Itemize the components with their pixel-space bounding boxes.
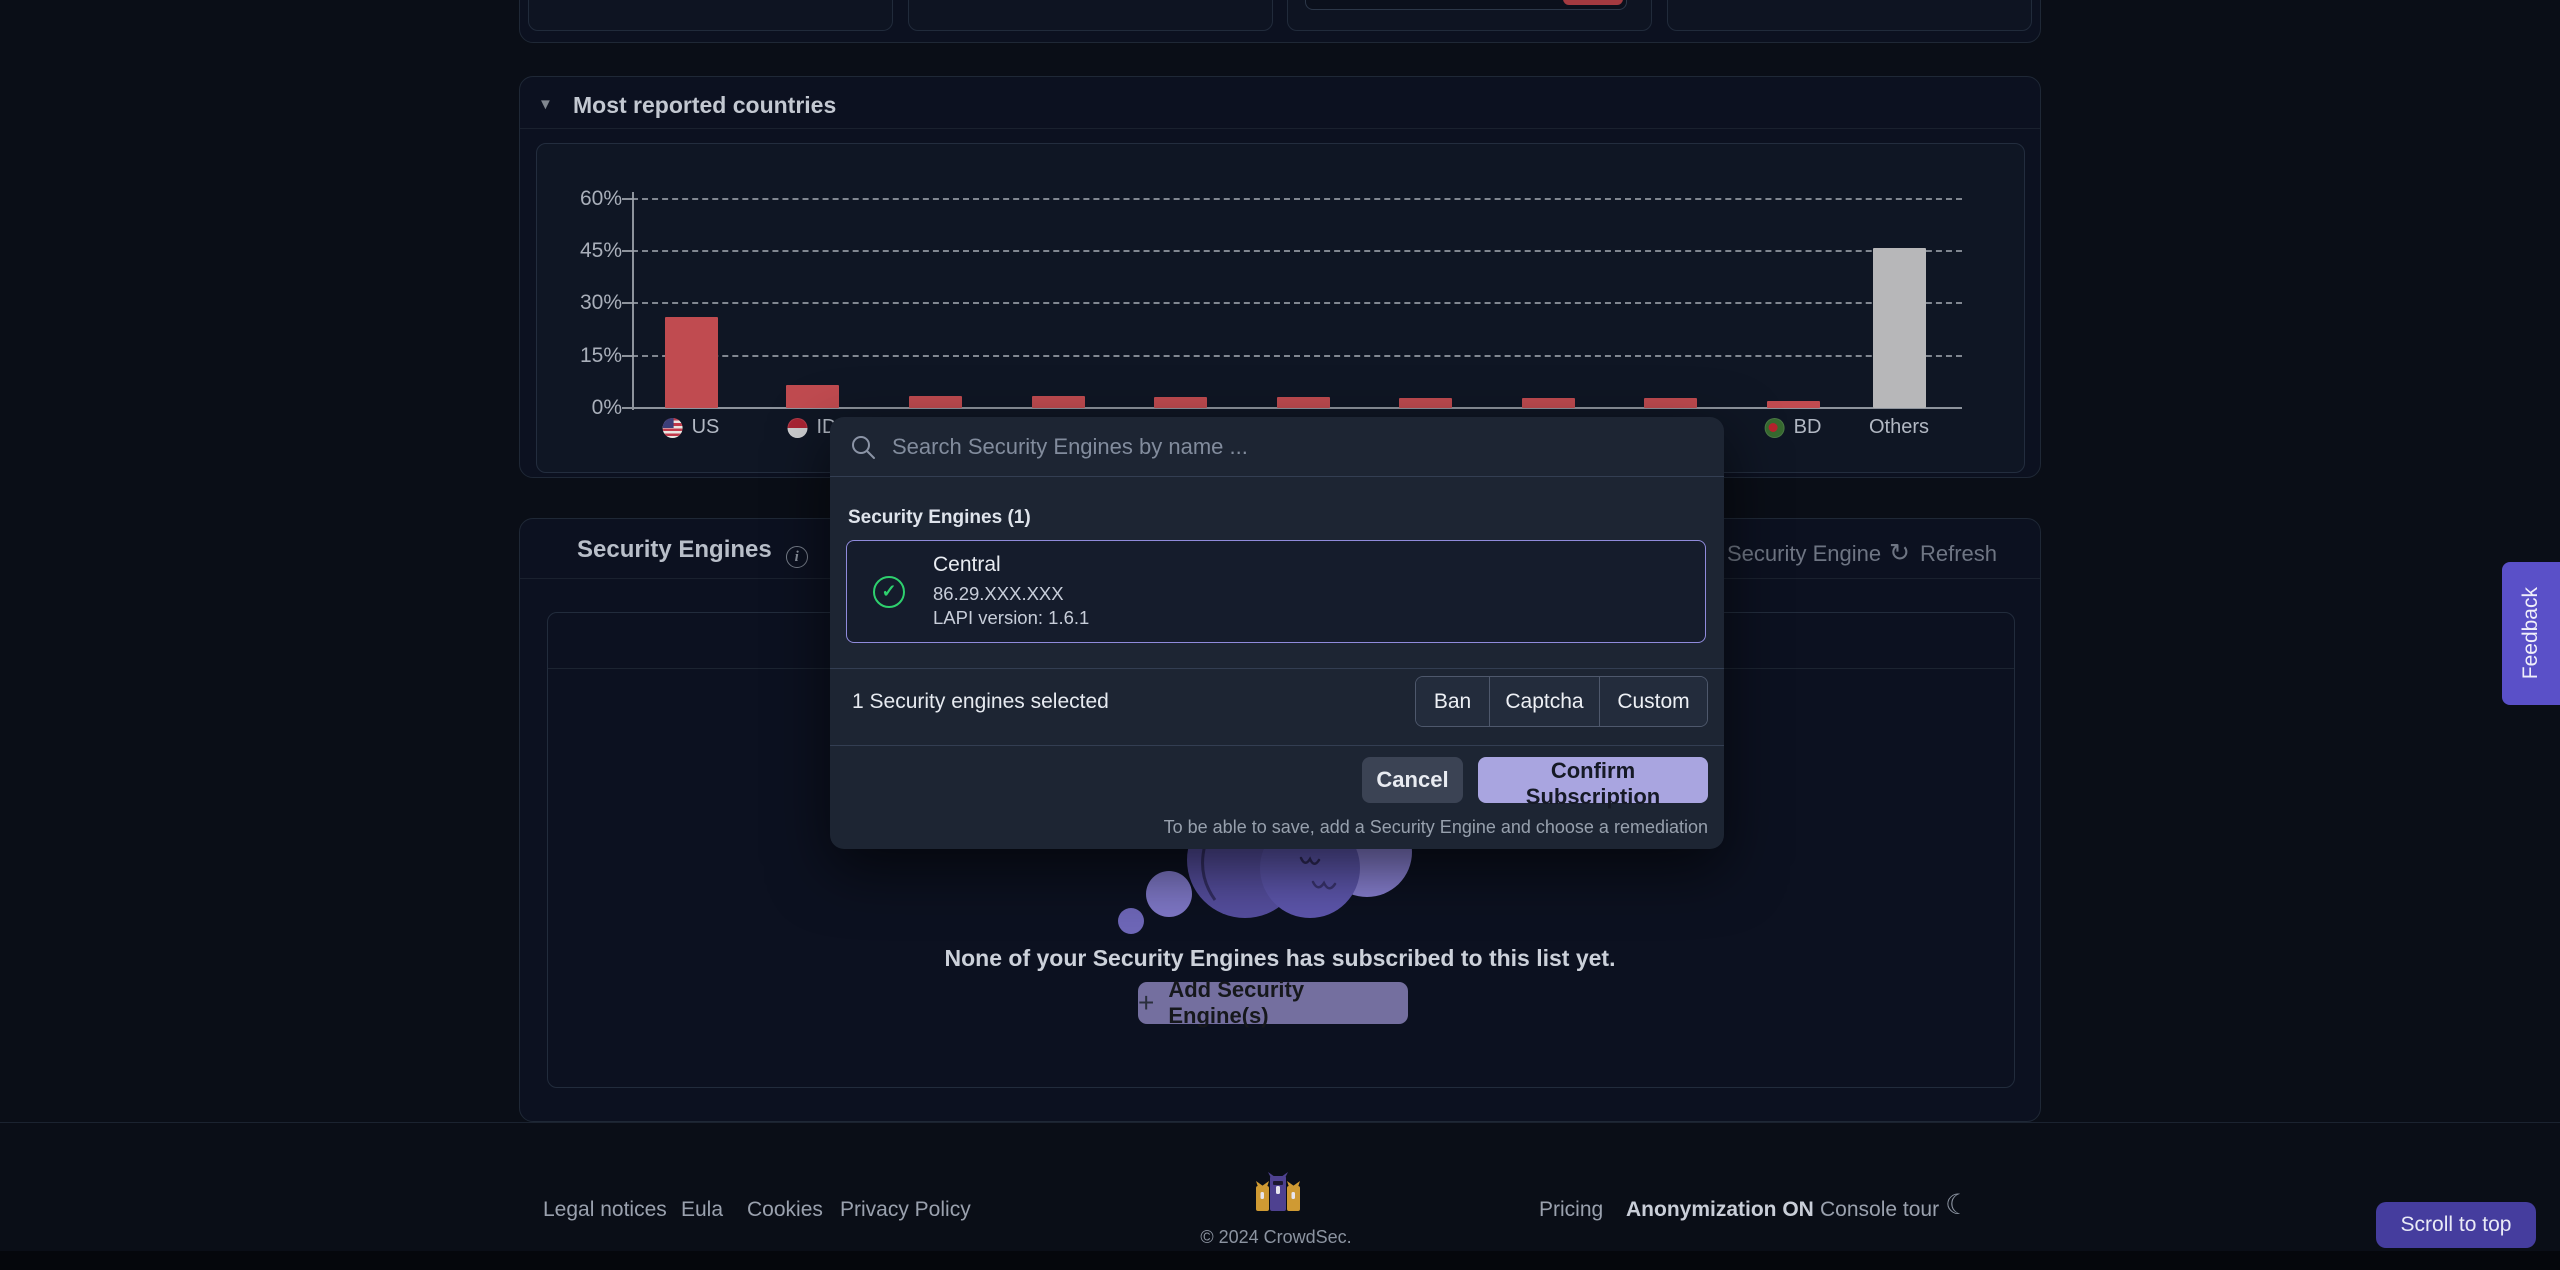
bar-US xyxy=(665,317,718,408)
bar-ID xyxy=(786,385,839,408)
engine-item-central[interactable]: ✓ Central 86.29.XXX.XXX LAPI version: 1.… xyxy=(846,540,1706,643)
add-security-engines-label: Add Security Engine(s) xyxy=(1168,977,1408,1029)
footer-divider xyxy=(0,1122,2560,1123)
engine-info: Central 86.29.XXX.XXX LAPI version: 1.6.… xyxy=(933,553,1089,630)
search-icon xyxy=(850,434,876,460)
stat-card-fragment xyxy=(528,0,893,31)
bar-country-3 xyxy=(909,396,962,408)
footer-link-privacy[interactable]: Privacy Policy xyxy=(840,1198,971,1222)
bd-flag-icon xyxy=(1765,418,1785,438)
empty-state-message: None of your Security Engines has subscr… xyxy=(519,945,2041,972)
y-axis-line xyxy=(632,192,634,410)
footer-link-legal[interactable]: Legal notices xyxy=(543,1198,667,1222)
divider xyxy=(830,476,1724,477)
cancel-button[interactable]: Cancel xyxy=(1362,757,1463,803)
y-tick-label: 60% xyxy=(537,187,622,211)
footer-link-console-tour[interactable]: Console tour xyxy=(1820,1198,1939,1222)
gridline xyxy=(632,250,1962,252)
confirm-subscription-button[interactable]: Confirm Subscription xyxy=(1478,757,1708,803)
gridline xyxy=(632,198,1962,200)
tick-mark xyxy=(622,198,632,200)
footer-link-eula[interactable]: Eula xyxy=(681,1198,723,1222)
scroll-to-top-label: Scroll to top xyxy=(2401,1213,2512,1237)
country-label-US: US xyxy=(663,416,720,439)
bar-country-4 xyxy=(1032,396,1085,408)
add-security-engines-button[interactable]: + Add Security Engine(s) xyxy=(1138,982,1408,1024)
crowdsec-logo xyxy=(1253,1171,1303,1218)
tick-mark xyxy=(622,250,632,252)
refresh-button[interactable]: ↻ Refresh xyxy=(1889,538,1997,568)
y-tick-label: 45% xyxy=(537,239,622,263)
country-code: Others xyxy=(1869,416,1929,439)
search-row xyxy=(830,417,1724,476)
feedback-label: Feedback xyxy=(2519,587,2543,679)
bar-country-6 xyxy=(1277,397,1330,408)
tick-mark xyxy=(622,355,632,357)
tick-mark xyxy=(622,302,632,304)
refresh-icon: ↻ xyxy=(1889,539,1910,567)
divider xyxy=(830,745,1724,746)
collapse-caret-icon[interactable]: ▼ xyxy=(538,96,553,113)
y-tick-label: 0% xyxy=(537,396,622,420)
engines-section-title: Security Engines i xyxy=(577,536,808,568)
bar-country-8 xyxy=(1522,398,1575,408)
bar-BD xyxy=(1767,401,1820,408)
us-flag-icon xyxy=(663,418,683,438)
bar-country-7 xyxy=(1399,398,1452,408)
remediation-custom-button[interactable]: Custom xyxy=(1599,677,1707,726)
remediation-captcha-button[interactable]: Captcha xyxy=(1489,677,1599,726)
country-code: US xyxy=(692,416,720,439)
tick-mark xyxy=(622,407,632,409)
bar-country-9 xyxy=(1644,398,1697,408)
search-engines-input[interactable] xyxy=(890,433,1704,461)
y-tick-label: 15% xyxy=(537,344,622,368)
country-label-Others: Others xyxy=(1869,416,1929,439)
engine-ip: 86.29.XXX.XXX xyxy=(933,582,1089,606)
engines-section-title-text: Security Engines xyxy=(577,536,772,563)
engines-list-label: Security Engines (1) xyxy=(848,507,1031,529)
y-tick-label: 30% xyxy=(537,291,622,315)
selected-count-text: 1 Security engines selected xyxy=(852,676,1109,727)
info-icon[interactable]: i xyxy=(786,546,808,568)
save-hint-text: To be able to save, add a Security Engin… xyxy=(1164,817,1708,838)
divider xyxy=(520,128,2040,129)
remediation-ban-button[interactable]: Ban xyxy=(1416,677,1489,726)
stat-card-fragment xyxy=(908,0,1273,31)
stat-card-fragment xyxy=(1667,0,2032,31)
bar-country-5 xyxy=(1154,397,1207,408)
red-button-fragment[interactable] xyxy=(1563,0,1623,5)
subscribe-engines-dialog: Security Engines (1) ✓ Central 86.29.XXX… xyxy=(830,417,1724,849)
country-code: BD xyxy=(1794,416,1822,439)
bottom-strip xyxy=(0,1251,2560,1270)
chart-section-title: Most reported countries xyxy=(573,92,836,119)
divider xyxy=(830,668,1724,669)
dark-mode-toggle-icon[interactable]: ☾ xyxy=(1945,1188,1970,1221)
id-flag-icon xyxy=(788,418,808,438)
selected-check-icon: ✓ xyxy=(873,576,905,608)
engine-lapi-version: LAPI version: 1.6.1 xyxy=(933,606,1089,630)
gridline xyxy=(632,355,1962,357)
add-security-engine-button-partial[interactable]: Security Engine xyxy=(1727,541,1881,567)
gridline xyxy=(632,302,1962,304)
scroll-to-top-button[interactable]: Scroll to top xyxy=(2376,1202,2536,1248)
feedback-tab[interactable]: Feedback xyxy=(2502,562,2560,705)
remediation-toggle-group: Ban Captcha Custom xyxy=(1415,676,1708,727)
page: ▼ Most reported countries 0% 15% 30% 45% 60%… xyxy=(0,0,2560,1270)
footer-link-pricing[interactable]: Pricing xyxy=(1539,1198,1603,1222)
engine-name: Central xyxy=(933,553,1089,577)
footer-link-cookies[interactable]: Cookies xyxy=(747,1198,823,1222)
copyright-text: © 2024 CrowdSec. xyxy=(1146,1227,1406,1248)
bar-Others xyxy=(1873,248,1926,408)
refresh-label: Refresh xyxy=(1920,541,1997,566)
anonymization-toggle[interactable]: Anonymization ON xyxy=(1626,1198,1814,1222)
country-label-BD: BD xyxy=(1765,416,1822,439)
plus-icon: + xyxy=(1138,989,1154,1017)
